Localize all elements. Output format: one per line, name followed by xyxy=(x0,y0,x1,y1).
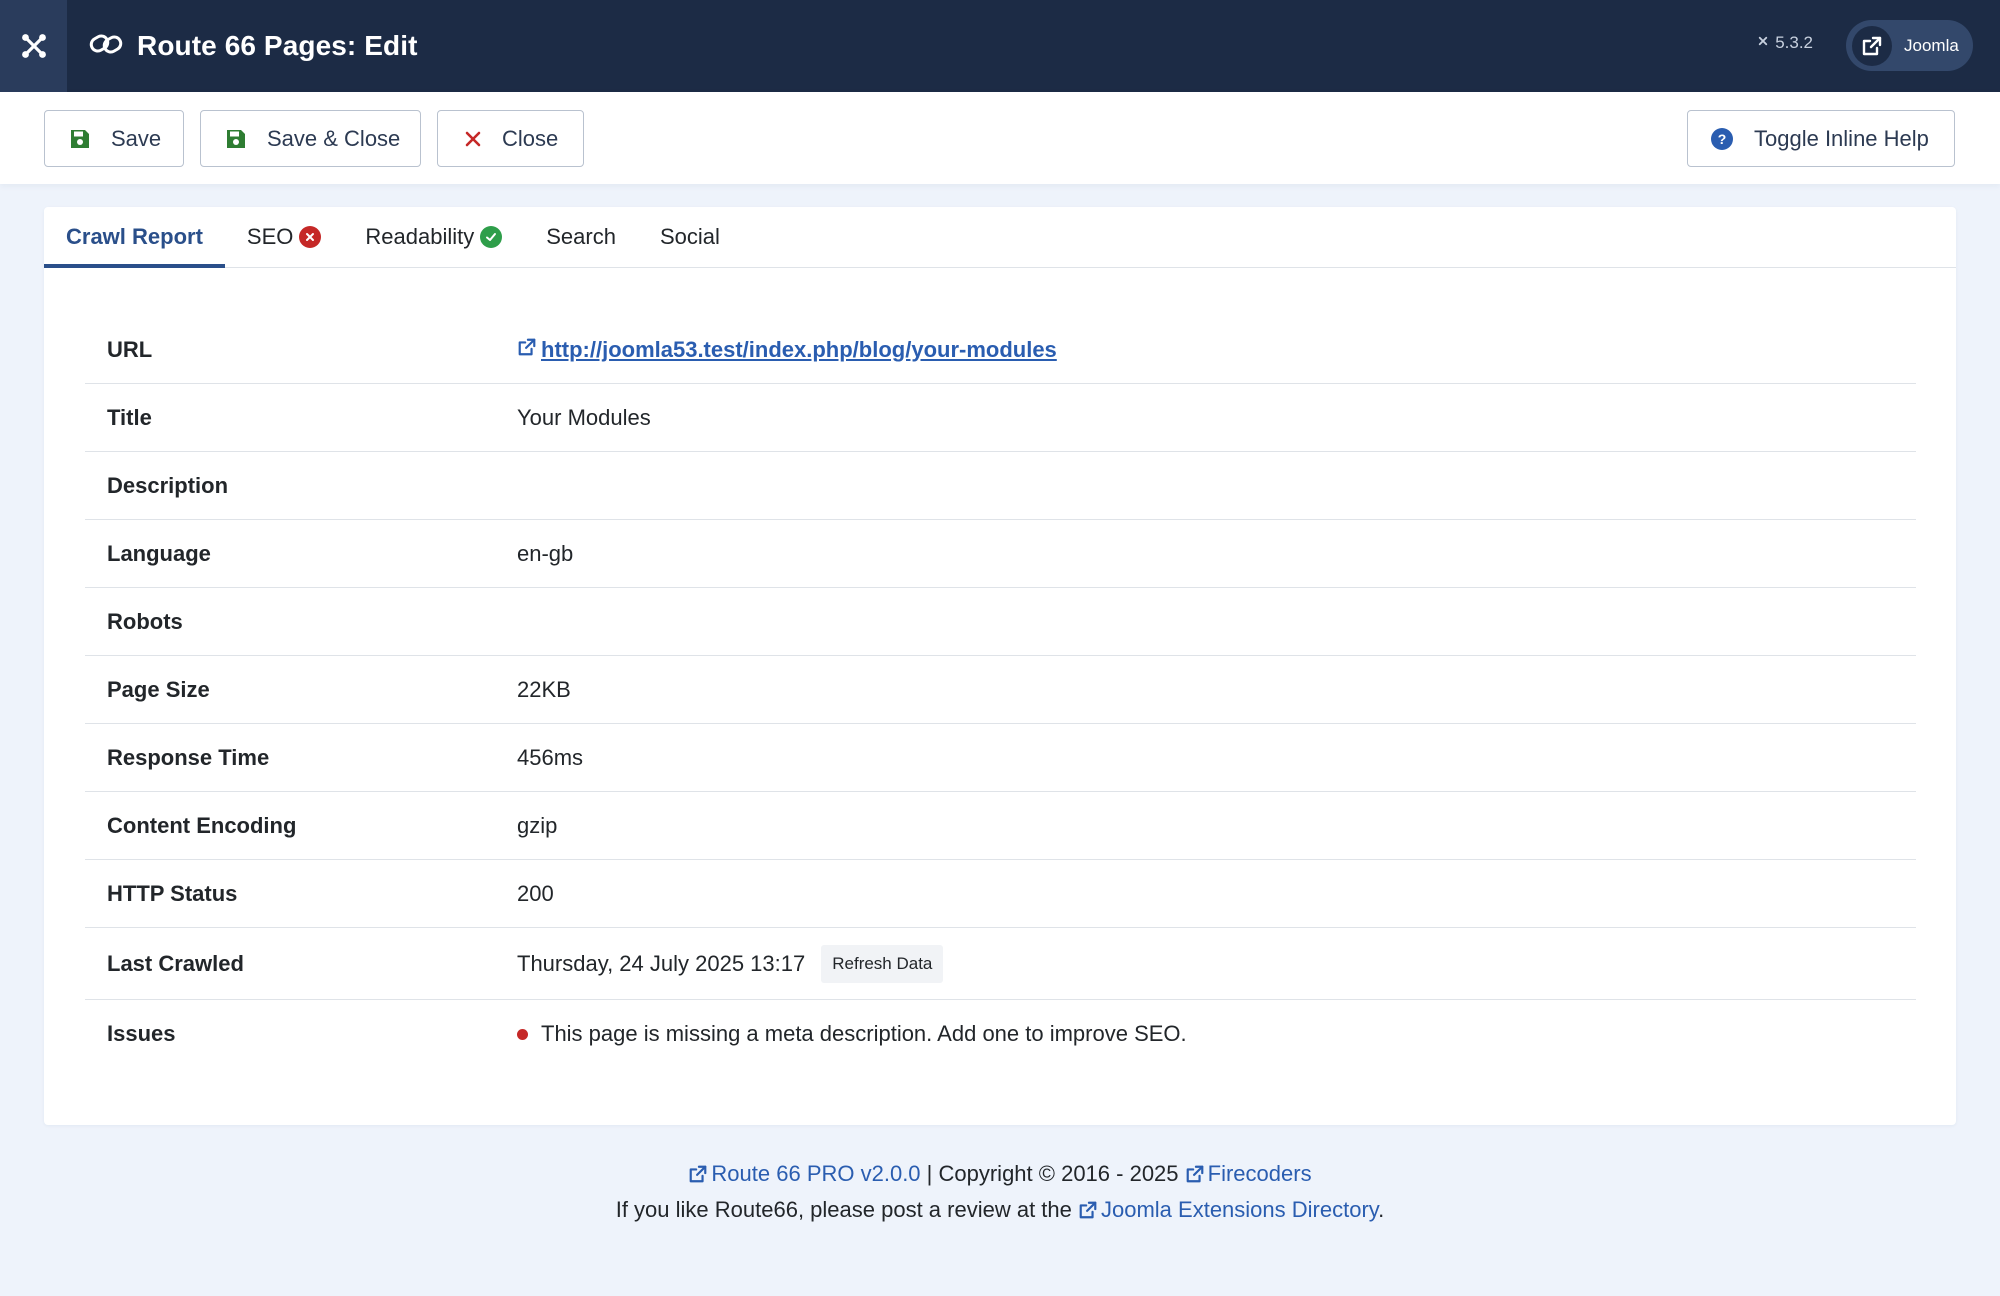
row-value: en-gb xyxy=(517,540,574,566)
report-table: URL http://joomla53.test/index.php/blog/… xyxy=(85,316,1916,1068)
version-text: 5.3.2 xyxy=(1775,33,1813,52)
issue-item: This page is missing a meta description.… xyxy=(517,1021,1187,1047)
row-label: Last Crawled xyxy=(107,950,244,976)
save-close-label: Save & Close xyxy=(267,125,401,151)
row-label: Robots xyxy=(107,608,183,634)
save-button[interactable]: Save xyxy=(44,110,184,167)
report-row-issues: Issues This page is missing a meta descr… xyxy=(85,1000,1916,1068)
link-icon xyxy=(89,31,123,62)
product-version-link[interactable]: Route 66 PRO v2.0.0 xyxy=(711,1161,920,1186)
tab-seo[interactable]: SEO xyxy=(225,207,343,267)
toolbar: Save Save & Close Close ? Toggle Inline … xyxy=(0,92,2000,184)
row-label: HTTP Status xyxy=(107,880,238,906)
close-label: Close xyxy=(502,125,559,151)
review-prefix-text: If you like Route66, please post a revie… xyxy=(615,1197,1072,1222)
row-label: Title xyxy=(107,404,152,430)
floppy-disk-icon xyxy=(69,128,91,150)
close-button[interactable]: Close xyxy=(437,110,584,167)
footer-line-2: If you like Route66, please post a revie… xyxy=(0,1193,2000,1229)
vendor-link[interactable]: Firecoders xyxy=(1208,1161,1312,1186)
page-title: Route 66 Pages: Edit xyxy=(137,30,418,61)
issue-text: This page is missing a meta description.… xyxy=(541,1021,1187,1046)
row-value: 200 xyxy=(517,880,554,906)
report-row-response-time: Response Time 456ms xyxy=(85,724,1916,792)
extensions-directory-link[interactable]: Joomla Extensions Directory xyxy=(1101,1197,1378,1222)
floppy-disk-icon xyxy=(225,128,247,150)
tab-label: SEO xyxy=(246,224,294,249)
svg-text:?: ? xyxy=(1718,131,1727,147)
report-row-description: Description xyxy=(85,452,1916,520)
tab-label: Social xyxy=(659,224,720,249)
report-row-http-status: HTTP Status 200 xyxy=(85,860,1916,928)
crawl-report-card: Crawl Report SEO Readability Search Soci… xyxy=(44,207,1956,1125)
view-site-label: Joomla xyxy=(1904,35,1959,55)
tab-label: Search xyxy=(546,224,616,249)
page-url-text: http://joomla53.test/index.php/blog/your… xyxy=(541,336,1057,362)
row-label: Page Size xyxy=(107,676,210,702)
external-link-icon xyxy=(1078,1196,1098,1229)
report-row-last-crawled: Last Crawled Thursday, 24 July 2025 13:1… xyxy=(85,928,1916,1000)
external-link-icon xyxy=(688,1160,708,1193)
row-label: Response Time xyxy=(107,744,270,770)
save-close-button[interactable]: Save & Close xyxy=(200,110,421,167)
tab-label: Crawl Report xyxy=(66,224,203,249)
tab-social[interactable]: Social xyxy=(638,207,742,267)
error-badge-icon xyxy=(299,226,322,248)
app-header: Route 66 Pages: Edit 5.3.2 Joomla xyxy=(0,0,2000,92)
last-crawled-value: Thursday, 24 July 2025 13:17 xyxy=(517,950,806,976)
external-link-icon xyxy=(1185,1160,1205,1193)
row-value: gzip xyxy=(517,812,558,838)
view-site-button[interactable]: Joomla xyxy=(1846,20,1973,71)
review-suffix-text: . xyxy=(1378,1197,1385,1222)
save-label: Save xyxy=(111,125,162,151)
external-link-icon xyxy=(517,337,537,363)
row-label: Description xyxy=(107,472,229,498)
check-badge-icon xyxy=(480,226,503,248)
help-label: Toggle Inline Help xyxy=(1754,125,1929,151)
external-link-icon xyxy=(1852,25,1892,66)
question-circle-icon: ? xyxy=(1710,127,1734,151)
page-footer: Route 66 PRO v2.0.0 | Copyright © 2016 -… xyxy=(0,1157,2000,1229)
refresh-data-button[interactable]: Refresh Data xyxy=(821,944,944,983)
tab-bar: Crawl Report SEO Readability Search Soci… xyxy=(44,207,1956,268)
row-value: Your Modules xyxy=(517,404,651,430)
row-label: URL xyxy=(107,336,153,362)
row-label: Content Encoding xyxy=(107,812,297,838)
copyright-text: | Copyright © 2016 - 2025 xyxy=(926,1161,1179,1186)
row-label: Issues xyxy=(107,1021,176,1046)
report-row-robots: Robots xyxy=(85,588,1916,656)
toggle-inline-help-button[interactable]: ? Toggle Inline Help xyxy=(1687,110,1955,167)
x-icon xyxy=(464,130,482,148)
report-row-language: Language en-gb xyxy=(85,520,1916,588)
row-label: Language xyxy=(107,540,211,566)
joomla-logo-icon[interactable] xyxy=(0,0,67,92)
version-indicator: 5.3.2 xyxy=(1756,33,1813,53)
page-url-link[interactable]: http://joomla53.test/index.php/blog/your… xyxy=(517,337,1057,363)
tab-readability[interactable]: Readability xyxy=(343,207,524,267)
report-row-url: URL http://joomla53.test/index.php/blog/… xyxy=(85,316,1916,384)
report-row-title: Title Your Modules xyxy=(85,384,1916,452)
row-value: 456ms xyxy=(517,744,584,770)
error-dot-icon xyxy=(517,1028,528,1040)
tab-crawl-report[interactable]: Crawl Report xyxy=(44,207,225,268)
report-row-page-size: Page Size 22KB xyxy=(85,656,1916,724)
footer-line-1: Route 66 PRO v2.0.0 | Copyright © 2016 -… xyxy=(0,1157,2000,1193)
report-row-content-encoding: Content Encoding gzip xyxy=(85,792,1916,860)
tab-label: Readability xyxy=(365,224,475,249)
tab-search[interactable]: Search xyxy=(524,207,638,267)
joomla-small-icon xyxy=(1756,33,1770,53)
row-value: 22KB xyxy=(517,676,571,702)
